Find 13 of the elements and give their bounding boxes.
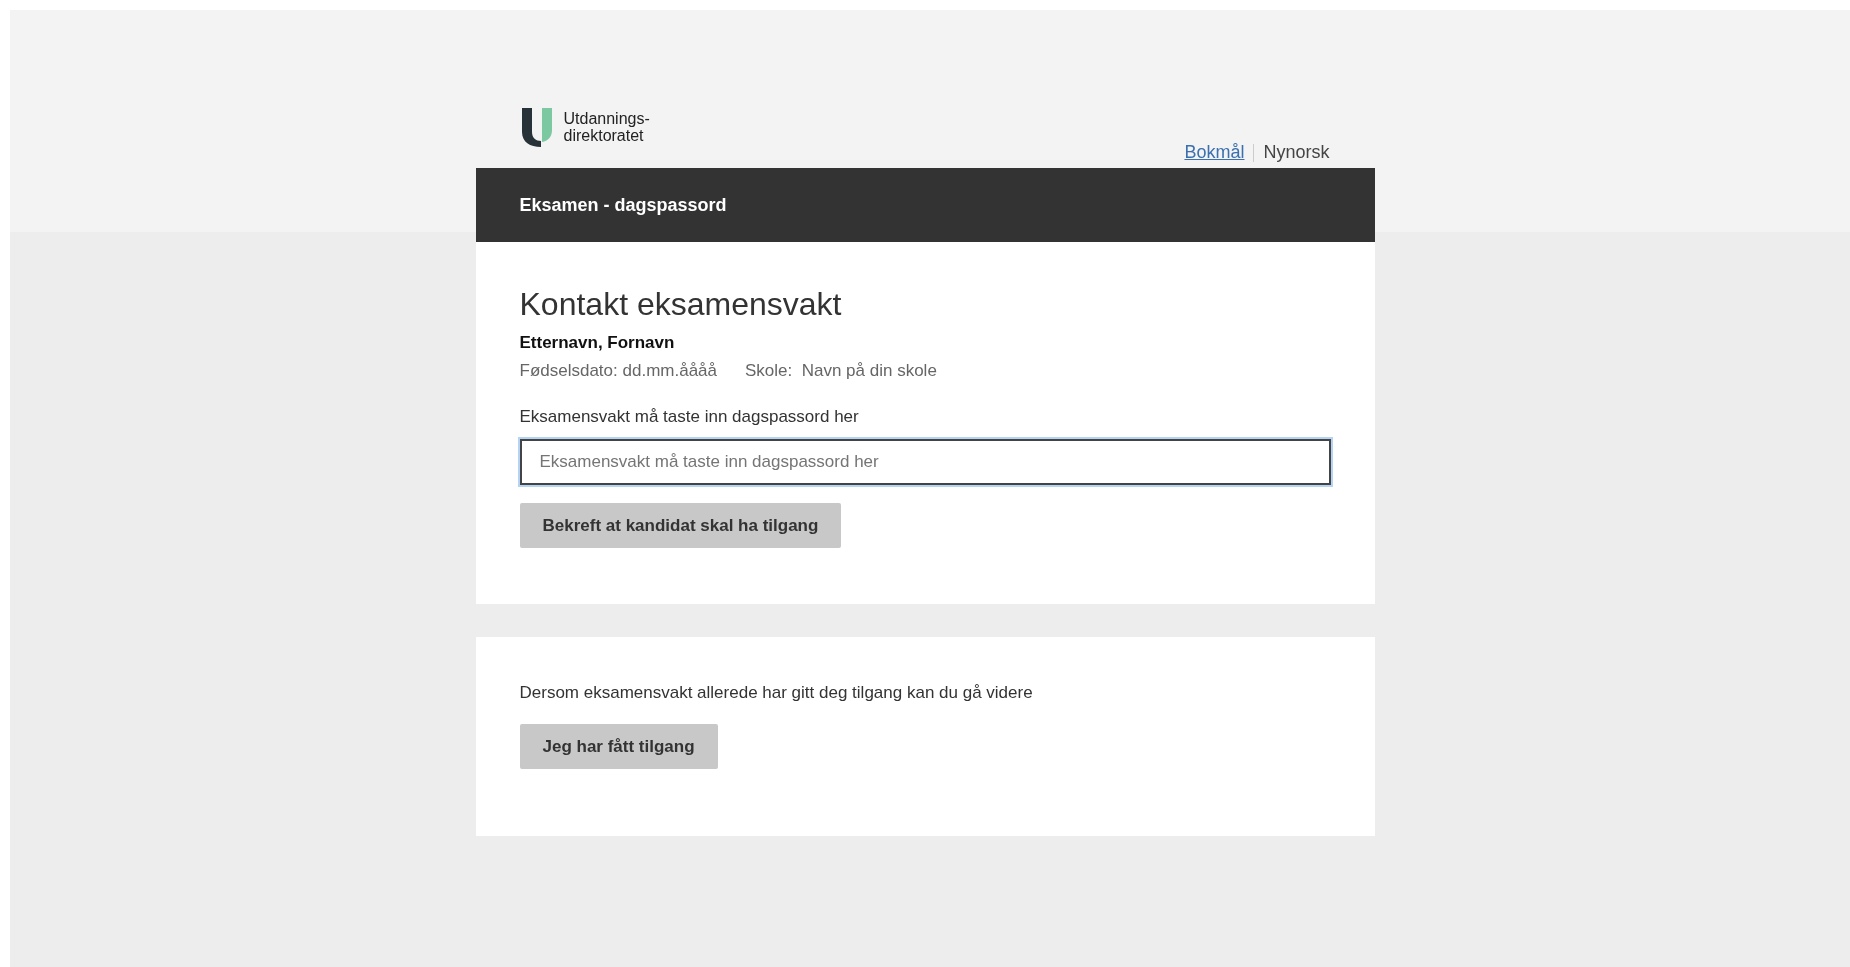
language-link[interactable]: Nynorsk [1254,142,1339,163]
birth-date: Fødselsdato: dd.mm.åååå [519,361,717,381]
logo-text: Utdannings- direktoratet [563,110,650,144]
confirm-button[interactable]: Bekreft at kandidat skal ha tilgang [519,503,842,548]
access-button[interactable]: Jeg har fått tilgang [519,724,718,769]
heading: Kontakt eksamensvakt [519,286,843,323]
school: Skole: Navn på din skole [745,361,937,381]
field-label: Eksamensvakt må taste inn dagspassord her [519,407,860,427]
language-link[interactable]: Bokmål [1175,142,1254,163]
header-bar: Eksamen - dagspassord [475,168,1375,242]
candidate-name: Etternavn, Fornavn [519,333,676,353]
info-text: Dersom eksamensvakt allerede har gitt deg tilgang kan du gå videre [519,683,1034,703]
password-field[interactable]: Eksamensvakt må taste inn dagspassord her [519,439,1331,485]
